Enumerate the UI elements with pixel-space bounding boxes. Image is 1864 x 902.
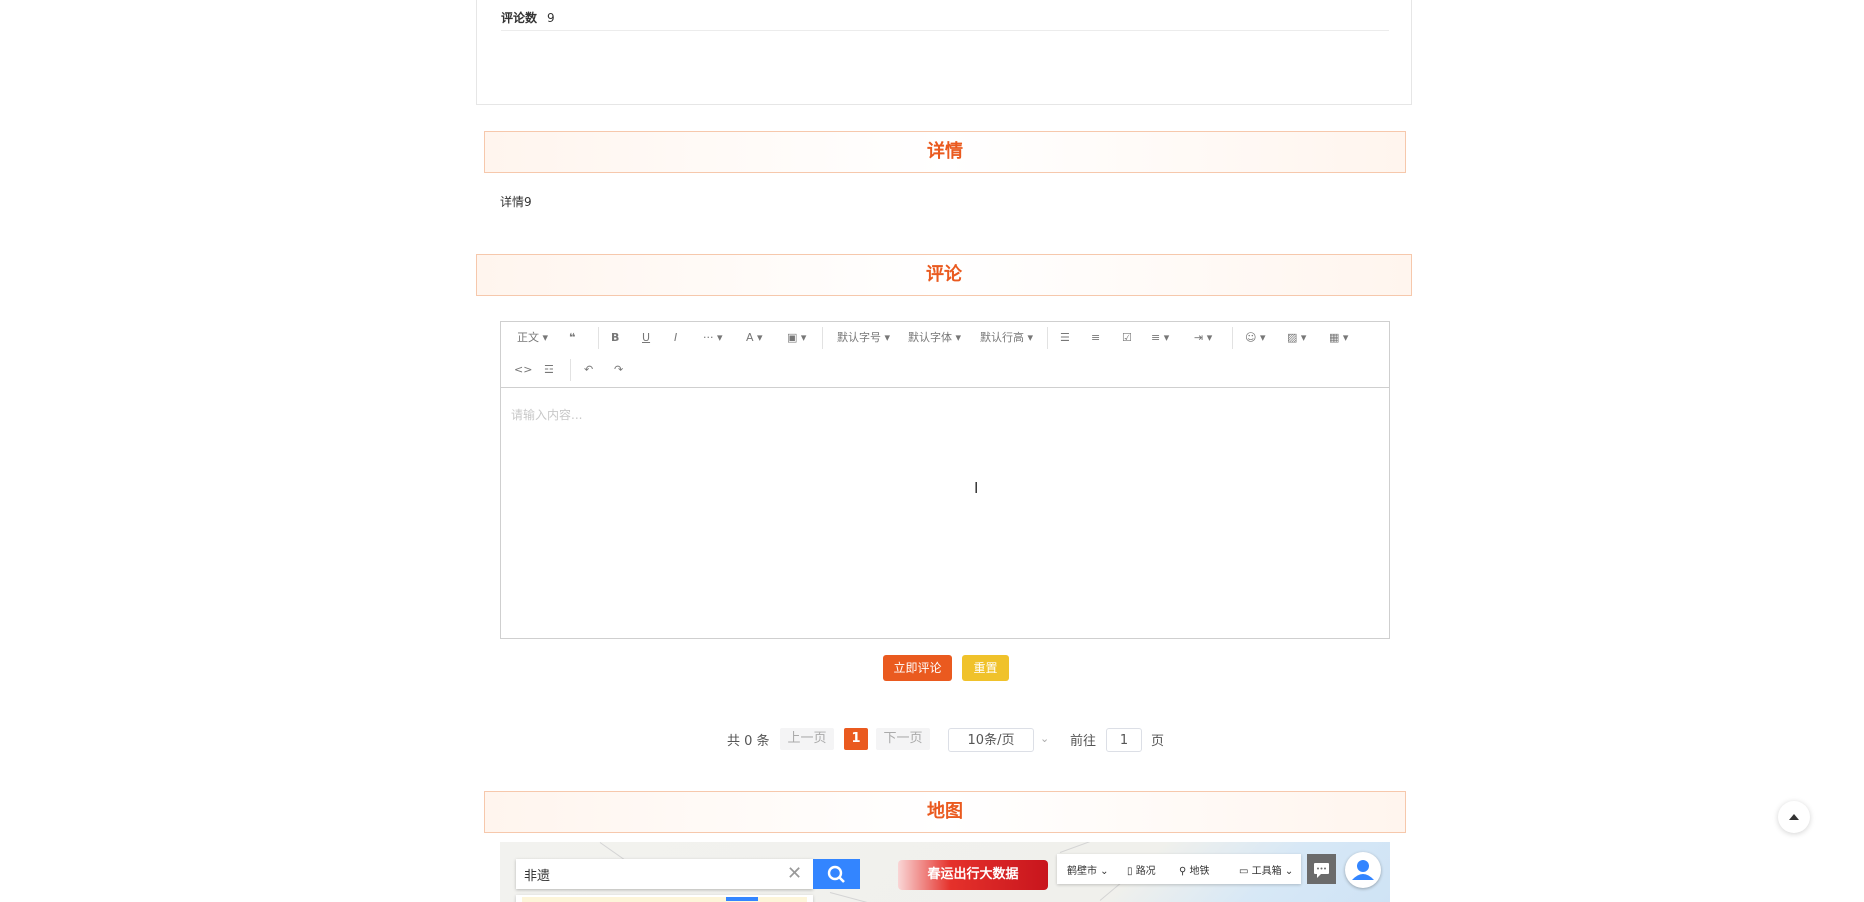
map-toolbar: 鹤壁市 ⌄ ▯ 路况 ⚲ 地铁 ▭ 工具箱 ⌄: [1057, 854, 1301, 884]
map-promo-banner[interactable]: 春运出行大数据: [898, 860, 1048, 890]
page-number-label: 1: [851, 731, 861, 746]
font-family-label: 默认字体: [908, 331, 952, 344]
background-color-icon[interactable]: ▣ ▾: [787, 330, 806, 346]
subway-button[interactable]: ⚲ 地铁: [1179, 862, 1210, 877]
toolbox-label: 工具箱: [1251, 866, 1282, 877]
prev-page-button[interactable]: 上一页: [780, 728, 834, 750]
code-icon[interactable]: <>: [514, 362, 532, 378]
table-icon[interactable]: ▦ ▾: [1329, 330, 1348, 346]
map-search-button[interactable]: [813, 859, 860, 889]
user-icon: [1352, 860, 1374, 880]
detail-content: 详情9: [500, 195, 532, 209]
todo-checkbox-icon[interactable]: ☑: [1122, 330, 1132, 346]
toolbar-divider: [822, 327, 823, 349]
toolbar-divider: [1047, 327, 1048, 349]
page-number-current[interactable]: 1: [844, 728, 868, 750]
toolbar-divider: [1232, 327, 1233, 349]
font-size-label: 默认字号: [837, 331, 881, 344]
font-size-dropdown[interactable]: 默认字号 ▾: [837, 330, 890, 346]
editor-placeholder[interactable]: 请输入内容...: [511, 406, 582, 423]
bulleted-list-icon[interactable]: ☰: [1060, 330, 1070, 346]
comment-count-label: 评论数: [501, 11, 538, 25]
toolbox-button[interactable]: ▭ 工具箱 ⌄: [1239, 862, 1293, 877]
traffic-label: 路况: [1135, 866, 1156, 877]
reset-label: 重置: [973, 661, 998, 675]
rich-text-editor: 正文 ▾ ❝ B U I ··· ▾ A ▾ ▣ ▾ 默认字号 ▾ 默认字体 ▾…: [500, 321, 1390, 639]
emoji-icon[interactable]: ☺ ▾: [1245, 330, 1266, 346]
page-size-select[interactable]: 10条/页: [948, 728, 1034, 752]
subway-label: 地铁: [1189, 866, 1210, 877]
font-family-dropdown[interactable]: 默认字体 ▾: [908, 330, 961, 346]
user-avatar-button[interactable]: [1345, 852, 1381, 888]
map-result-panel: [516, 895, 813, 902]
city-label: 鹤壁市: [1067, 866, 1097, 877]
map-search-box: 非遗 ✕: [516, 859, 813, 889]
search-icon: [827, 865, 845, 883]
map-result-item[interactable]: [522, 897, 807, 902]
italic-icon[interactable]: I: [674, 330, 677, 346]
map-promo-text: 春运出行大数据: [927, 867, 1019, 882]
map-road: [829, 892, 889, 902]
info-card: 评论数 9: [476, 0, 1412, 105]
divider-line-icon[interactable]: ☲: [544, 362, 554, 378]
underline-icon[interactable]: U: [642, 330, 650, 346]
redo-icon[interactable]: ↷: [614, 362, 623, 378]
prev-page-label: 上一页: [787, 731, 827, 746]
toolbar-divider: [598, 327, 599, 349]
toolbar-divider: [570, 359, 571, 381]
comment-section-title: 评论: [926, 264, 962, 285]
submit-comment-label: 立即评论: [893, 661, 942, 675]
detail-section-title: 详情: [927, 141, 963, 162]
bold-icon[interactable]: B: [611, 330, 619, 346]
message-button[interactable]: [1307, 854, 1336, 884]
chevron-down-icon[interactable]: ⌄: [1040, 732, 1049, 745]
paragraph-format-label: 正文: [517, 331, 539, 344]
comment-section-header: 评论: [476, 254, 1412, 296]
back-to-top-button[interactable]: [1778, 801, 1810, 833]
goto-page-input[interactable]: 1: [1106, 728, 1142, 752]
goto-label: 前往: [1070, 734, 1097, 749]
image-icon[interactable]: ▨ ▾: [1287, 330, 1306, 346]
quote-icon[interactable]: ❝: [569, 330, 575, 346]
comment-count-row: 评论数 9: [501, 9, 1389, 31]
map-result-tag: [726, 897, 758, 901]
traffic-button[interactable]: ▯ 路况: [1127, 862, 1156, 877]
line-height-dropdown[interactable]: 默认行高 ▾: [980, 330, 1033, 346]
numbered-list-icon[interactable]: ≡: [1091, 330, 1100, 346]
next-page-button[interactable]: 下一页: [876, 728, 930, 750]
more-styles-icon[interactable]: ··· ▾: [703, 330, 723, 346]
map-road: [1059, 842, 1173, 853]
detail-section-header: 详情: [484, 131, 1406, 173]
submit-comment-button[interactable]: 立即评论: [883, 655, 952, 681]
align-icon[interactable]: ≡ ▾: [1151, 330, 1169, 346]
map-search-input[interactable]: 非遗: [524, 865, 550, 884]
goto-page-value: 1: [1119, 733, 1129, 748]
reset-button[interactable]: 重置: [962, 655, 1009, 681]
comment-count-value: 9: [547, 11, 555, 25]
paragraph-format-dropdown[interactable]: 正文 ▾: [517, 330, 548, 346]
editor-toolbar: 正文 ▾ ❝ B U I ··· ▾ A ▾ ▣ ▾ 默认字号 ▾ 默认字体 ▾…: [501, 322, 1389, 388]
undo-icon[interactable]: ↶: [584, 362, 593, 378]
caret-up-icon: [1789, 814, 1799, 820]
map-view[interactable]: 非遗 ✕ 春运出行大数据 鹤壁市 ⌄ ▯ 路况 ⚲ 地铁 ▭ 工具箱 ⌄: [500, 842, 1390, 902]
indent-icon[interactable]: ⇥ ▾: [1194, 330, 1212, 346]
map-section-header: 地图: [484, 791, 1406, 833]
close-icon[interactable]: ✕: [787, 863, 802, 884]
text-cursor-icon: I: [974, 479, 979, 497]
font-color-icon[interactable]: A ▾: [746, 330, 763, 346]
page-size-value: 10条/页: [967, 733, 1015, 748]
next-page-label: 下一页: [883, 731, 923, 746]
city-selector[interactable]: 鹤壁市 ⌄: [1067, 862, 1109, 877]
page-suffix: 页: [1151, 734, 1165, 749]
map-section-title: 地图: [927, 801, 963, 822]
line-height-label: 默认行高: [980, 331, 1024, 344]
message-icon: [1314, 863, 1329, 878]
pagination-total: 共 0 条: [727, 734, 770, 749]
